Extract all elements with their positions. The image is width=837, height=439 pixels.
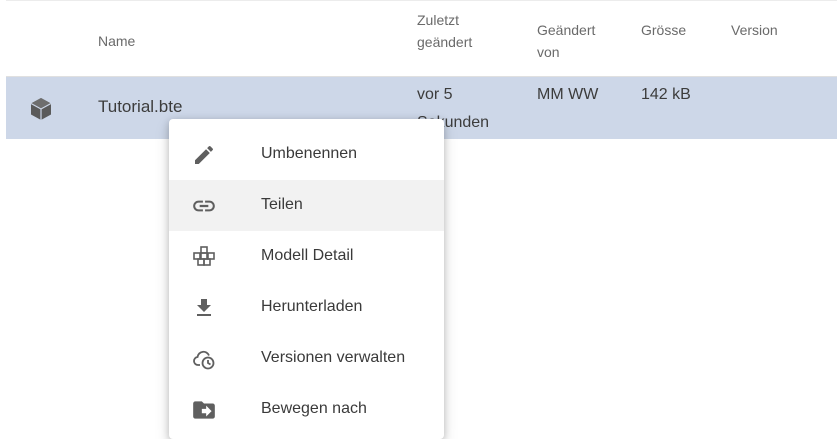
- context-menu: Umbenennen Teilen Modell Detail Herunter…: [169, 119, 444, 439]
- column-header-version[interactable]: Version: [731, 19, 778, 41]
- menu-item-rename[interactable]: Umbenennen: [169, 129, 444, 180]
- menu-item-move-to[interactable]: Bewegen nach: [169, 384, 444, 435]
- menu-item-label: Herunterladen: [261, 298, 363, 315]
- file-name[interactable]: Tutorial.bte: [98, 93, 182, 121]
- file-size: 142 kB: [641, 86, 691, 103]
- cloud-history-icon: [191, 346, 217, 372]
- menu-item-label: Versionen verwalten: [261, 349, 406, 366]
- menu-item-share[interactable]: Teilen: [169, 180, 444, 231]
- menu-item-model-detail[interactable]: Modell Detail: [169, 231, 444, 282]
- folder-move-icon: [191, 397, 217, 423]
- column-header-modified[interactable]: Zuletzt geändert: [417, 9, 517, 53]
- model-structure-icon: [191, 244, 217, 270]
- column-header-modified-by[interactable]: Geändert von: [537, 19, 617, 63]
- download-icon: [191, 295, 217, 321]
- table-header: Name Zuletzt geändert Geändert von Gröss…: [6, 0, 837, 77]
- file-browser: Name Zuletzt geändert Geändert von Gröss…: [0, 0, 837, 439]
- menu-item-manage-versions[interactable]: Versionen verwalten: [169, 333, 444, 384]
- menu-item-label: Teilen: [261, 196, 303, 213]
- menu-item-label: Bewegen nach: [261, 400, 367, 417]
- column-header-name[interactable]: Name: [98, 30, 135, 52]
- file-modified-by: MM WW: [537, 86, 599, 103]
- link-icon: [191, 193, 217, 219]
- menu-item-label: Modell Detail: [261, 247, 354, 264]
- pencil-icon: [191, 142, 217, 168]
- menu-item-label: Umbenennen: [261, 145, 358, 162]
- cube-icon: [28, 96, 54, 122]
- menu-item-download[interactable]: Herunterladen: [169, 282, 444, 333]
- column-header-size[interactable]: Grösse: [641, 19, 686, 41]
